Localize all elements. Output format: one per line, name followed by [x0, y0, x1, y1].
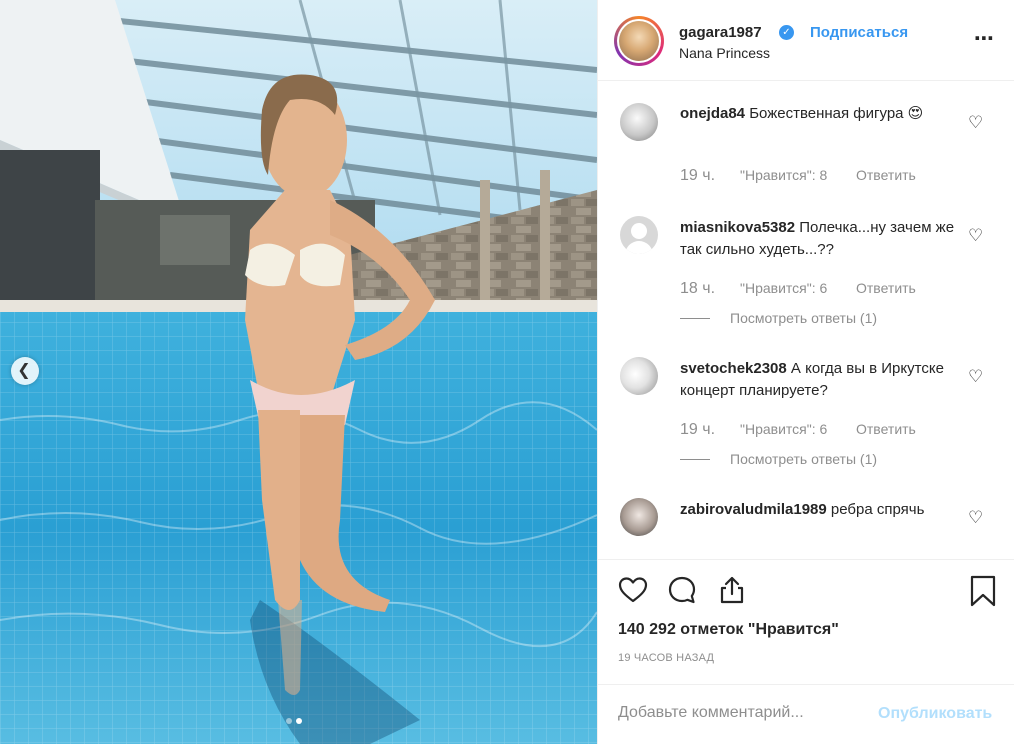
carousel-dot-active	[296, 718, 302, 724]
bookmark-icon[interactable]	[967, 574, 999, 608]
comment-time[interactable]: 18 ч.	[680, 280, 740, 298]
comment-text: ребра спрячь	[830, 501, 925, 518]
comments-list[interactable]: onejda84 Божественная фигура 😍 ♡ 19 ч. "…	[598, 81, 1014, 559]
carousel-dot	[286, 718, 292, 724]
add-comment-bar: Опубликовать	[598, 684, 1014, 744]
commenter-avatar[interactable]	[620, 216, 658, 254]
view-replies-button[interactable]: Посмотреть ответы (1)	[680, 451, 877, 467]
comment-time[interactable]: 19 ч.	[680, 167, 740, 185]
share-icon[interactable]	[716, 574, 748, 606]
comment-body: svetochek2308 А когда вы в Иркутске конц…	[680, 358, 955, 402]
comment-likes[interactable]: "Нравится": 6	[740, 280, 856, 298]
comment-like-heart-icon[interactable]: ♡	[968, 367, 983, 387]
comment-meta: 18 ч. "Нравится": 6 Ответить	[680, 280, 916, 298]
comment-likes[interactable]: "Нравится": 6	[740, 421, 856, 439]
comment-likes[interactable]: "Нравится": 8	[740, 167, 856, 185]
comment-body: zabirovaludmila1989 ребра спрячь	[680, 499, 955, 521]
comment-body: onejda84 Божественная фигура 😍	[680, 103, 955, 125]
author-avatar[interactable]	[614, 16, 664, 66]
comment-username[interactable]: zabirovaludmila1989	[680, 501, 827, 518]
comment-meta: 19 ч. "Нравится": 8 Ответить	[680, 167, 916, 185]
publish-button[interactable]: Опубликовать	[878, 705, 992, 723]
heart-icon[interactable]	[617, 574, 649, 606]
comment-like-heart-icon[interactable]: ♡	[968, 508, 983, 528]
comment-input[interactable]	[618, 704, 868, 722]
carousel-prev-button[interactable]: ❮	[11, 357, 39, 385]
view-replies-button[interactable]: Посмотреть ответы (1)	[680, 310, 877, 326]
comment-time[interactable]: 19 ч.	[680, 421, 740, 439]
comment-text: Божественная фигура 😍	[749, 105, 924, 122]
carousel-indicator	[286, 718, 302, 724]
comment-reply-button[interactable]: Ответить	[856, 421, 916, 439]
comment-username[interactable]: svetochek2308	[680, 360, 787, 377]
comment-meta: 19 ч. "Нравится": 6 Ответить	[680, 421, 916, 439]
post-timestamp[interactable]: 19 ЧАСОВ НАЗАД	[618, 652, 714, 664]
post-photo[interactable]: ❮	[0, 0, 597, 744]
commenter-avatar[interactable]	[620, 103, 658, 141]
follow-button[interactable]: Подписаться	[810, 24, 908, 41]
pool-photo-illustration	[0, 0, 597, 744]
replies-divider	[680, 458, 710, 460]
view-replies-label[interactable]: Посмотреть ответы (1)	[730, 451, 877, 467]
post-location[interactable]: Nana Princess	[679, 45, 770, 61]
comment-like-heart-icon[interactable]: ♡	[968, 226, 983, 246]
verified-badge-icon: ✓	[779, 25, 794, 40]
replies-divider	[680, 317, 710, 319]
view-replies-label[interactable]: Посмотреть ответы (1)	[730, 310, 877, 326]
commenter-avatar[interactable]	[620, 498, 658, 536]
post-header: gagara1987 ✓ Подписаться Nana Princess ⋯	[598, 0, 1014, 81]
likes-count[interactable]: 140 292 отметок "Нравится"	[618, 621, 839, 639]
post-side-panel: gagara1987 ✓ Подписаться Nana Princess ⋯…	[597, 0, 1014, 744]
chevron-left-icon: ❮	[17, 362, 31, 379]
comment-reply-button[interactable]: Ответить	[856, 167, 916, 185]
commenter-avatar[interactable]	[620, 357, 658, 395]
comment-body: miasnikova5382 Полечка...ну зачем же так…	[680, 217, 955, 261]
ellipsis-icon[interactable]: ⋯	[974, 26, 995, 51]
post-actions: 140 292 отметок "Нравится" 19 ЧАСОВ НАЗА…	[598, 559, 1014, 684]
comment-username[interactable]: onejda84	[680, 105, 745, 122]
comment-icon[interactable]	[666, 574, 698, 606]
comment-username[interactable]: miasnikova5382	[680, 219, 795, 236]
author-username[interactable]: gagara1987	[679, 24, 762, 41]
comment-reply-button[interactable]: Ответить	[856, 280, 916, 298]
comment-like-heart-icon[interactable]: ♡	[968, 113, 983, 133]
instagram-post-modal: ❮ gagara1987 ✓ Подписаться Nana Princess…	[0, 0, 1014, 744]
